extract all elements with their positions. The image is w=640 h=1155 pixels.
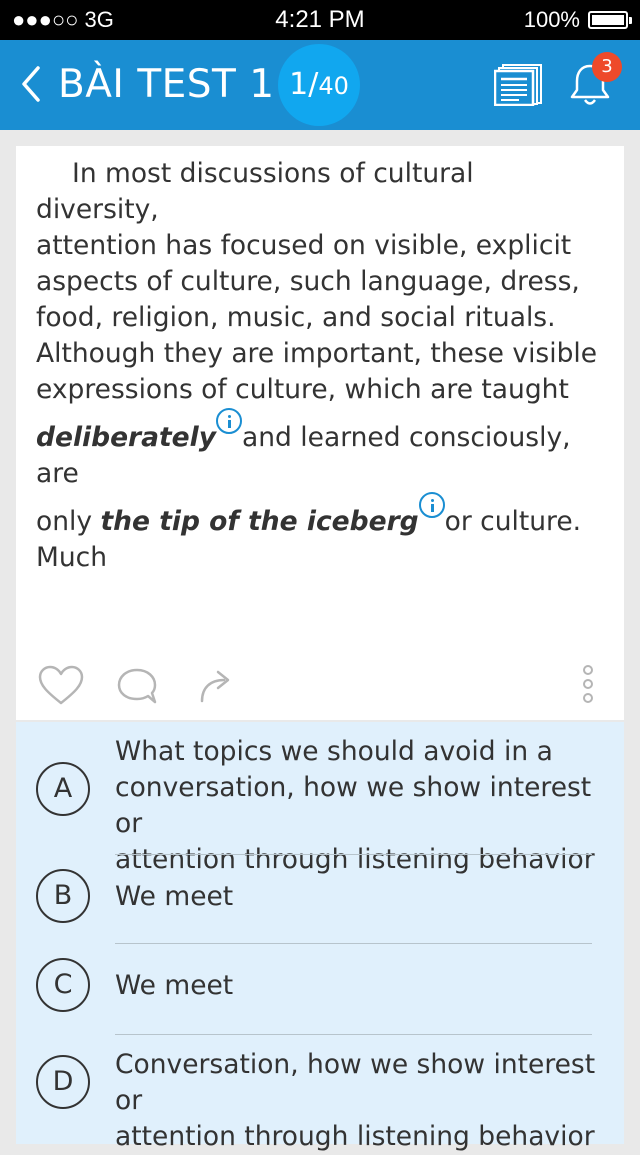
highlighted-term: deliberately <box>36 422 217 453</box>
passage-text: only <box>36 506 101 537</box>
option-text: Conversation, how we show interest or at… <box>115 1047 615 1155</box>
battery-icon <box>588 11 632 29</box>
option-letter: A <box>36 762 90 816</box>
passage-line: In most discussions of cultural diversit… <box>36 158 474 225</box>
passage-line: only the tip of the iceberg or culture. M… <box>36 492 601 576</box>
option-c[interactable]: C We meet <box>16 944 624 1034</box>
passage-line: food, religion, music, and social ritual… <box>36 302 556 333</box>
passage-line: aspects of culture, such language, dress… <box>36 266 580 297</box>
comment-bubble-icon[interactable] <box>115 666 159 708</box>
passage-card: In most discussions of cultural diversit… <box>16 146 624 720</box>
option-line: What topics we should avoid in a <box>115 736 553 767</box>
battery-percent: 100% <box>523 7 580 32</box>
option-line: We meet <box>115 970 234 1001</box>
passage-line: attention has focused on visible, explic… <box>36 230 572 261</box>
info-icon[interactable] <box>418 492 445 518</box>
counter-total: 40 <box>318 72 349 100</box>
question-counter[interactable]: 1/40 <box>278 44 360 126</box>
passage-line: expressions of culture, which are taught <box>36 374 569 405</box>
status-bar: ●●●○○ 3G 4:21 PM 100% <box>0 0 640 40</box>
option-letter: B <box>36 869 90 923</box>
share-arrow-icon[interactable] <box>198 666 236 704</box>
option-line: We meet <box>115 881 234 912</box>
chevron-left-icon[interactable] <box>18 64 46 104</box>
notification-badge: 3 <box>592 52 622 82</box>
counter-current: 1/ <box>289 67 319 102</box>
option-a[interactable]: A What topics we should avoid in a conve… <box>16 722 624 875</box>
document-stack-icon[interactable] <box>494 60 544 106</box>
heart-icon[interactable] <box>37 664 85 706</box>
option-text: We meet <box>115 968 615 1004</box>
option-b[interactable]: B We meet <box>16 855 624 943</box>
option-line: conversation, how we show interest or <box>115 772 592 839</box>
passage-line: Although they are important, these visib… <box>36 338 598 369</box>
page-title: BÀI TEST 1 <box>58 62 275 107</box>
option-text: We meet <box>115 879 615 915</box>
option-line: Conversation, how we show interest or <box>115 1049 596 1116</box>
option-letter: D <box>36 1055 90 1109</box>
app-header: BÀI TEST 1 1/40 3 <box>0 40 640 130</box>
info-icon[interactable] <box>216 408 243 434</box>
reading-passage: In most discussions of cultural diversit… <box>36 156 601 576</box>
option-line: attention through listening behavior <box>115 1121 595 1152</box>
highlighted-term: the tip of the iceberg <box>100 506 419 537</box>
passage-line: deliberately and learned consciously, are <box>36 408 601 492</box>
answer-options: A What topics we should avoid in a conve… <box>16 722 624 1152</box>
option-d[interactable]: D Conversation, how we show interest or … <box>16 1035 624 1152</box>
more-vertical-icon[interactable] <box>580 664 596 706</box>
option-letter: C <box>36 958 90 1012</box>
